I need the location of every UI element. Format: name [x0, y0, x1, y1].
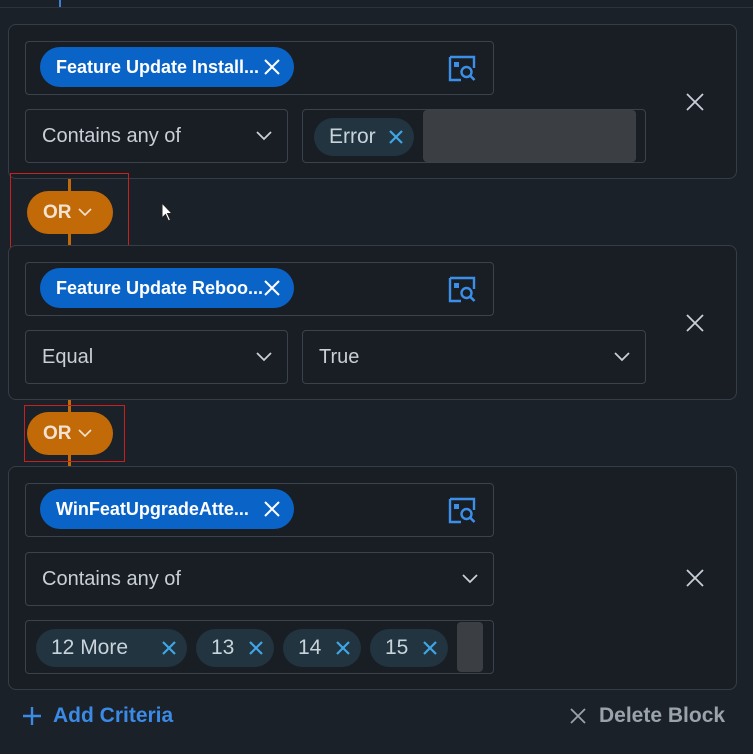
value-chip-more[interactable]: 12 More — [36, 629, 187, 667]
chevron-down-icon — [614, 352, 630, 362]
connector-line-top — [59, 0, 61, 7]
plus-icon — [23, 707, 41, 725]
remove-value-icon[interactable] — [160, 639, 178, 657]
field-name: Feature Update Install... — [56, 56, 260, 77]
criterion-card-2: Feature Update Reboo... Equal True — [8, 245, 737, 400]
value-chip-label: 12 More — [51, 636, 129, 659]
chevron-down-icon — [256, 131, 272, 141]
remove-field-icon[interactable] — [260, 497, 284, 521]
value-chip-label: 14 — [298, 636, 322, 659]
value-chip: 15 — [370, 629, 448, 667]
criterion-card-3: WinFeatUpgradeAtte... Contains any of 12… — [8, 466, 737, 690]
highlight-box — [10, 173, 129, 251]
operator-select[interactable]: Equal — [25, 330, 288, 384]
delete-block-button[interactable]: Delete Block — [569, 704, 725, 728]
remove-criterion-icon[interactable] — [684, 312, 706, 334]
value-chip-label: 13 — [211, 636, 235, 659]
operator-select[interactable]: Contains any of — [25, 552, 494, 606]
add-criteria-label: Add Criteria — [53, 704, 174, 727]
value-multiselect[interactable]: 12 More 13 14 15 — [25, 620, 494, 674]
top-divider — [0, 0, 753, 8]
field-name: WinFeatUpgradeAtte... — [56, 498, 249, 519]
remove-criterion-icon[interactable] — [684, 91, 706, 113]
operator-value: Contains any of — [42, 568, 181, 590]
remove-field-icon[interactable] — [260, 55, 284, 79]
value-chip-label: Error — [329, 125, 376, 148]
operator-select[interactable]: Contains any of — [25, 109, 288, 163]
value-chip: 14 — [283, 629, 361, 667]
value-chip-label: 15 — [385, 636, 409, 659]
value-input-area[interactable] — [423, 110, 636, 162]
operator-value: Contains any of — [42, 125, 181, 147]
delete-block-label: Delete Block — [599, 704, 726, 727]
criterion-card-1: Feature Update Install... Contains any o… — [8, 24, 737, 179]
value-select-value: True — [319, 346, 360, 368]
field-browse-icon[interactable] — [447, 53, 477, 83]
field-pill: Feature Update Reboo... — [40, 268, 294, 308]
value-multiselect[interactable]: Error — [302, 109, 646, 163]
close-icon — [570, 708, 586, 724]
field-browse-icon[interactable] — [447, 274, 477, 304]
remove-value-icon[interactable] — [247, 639, 265, 657]
field-selector[interactable]: Feature Update Reboo... — [25, 262, 494, 316]
remove-criterion-icon[interactable] — [684, 567, 706, 589]
field-name: Feature Update Reboo... — [56, 277, 264, 298]
highlight-box — [24, 405, 125, 462]
operator-value: Equal — [42, 346, 94, 368]
field-selector[interactable]: Feature Update Install... — [25, 41, 494, 95]
remove-value-icon[interactable] — [334, 639, 352, 657]
field-selector[interactable]: WinFeatUpgradeAtte... — [25, 483, 494, 537]
value-input-area[interactable] — [457, 622, 483, 672]
add-criteria-button[interactable]: Add Criteria — [22, 704, 173, 728]
value-chip: 13 — [196, 629, 274, 667]
mouse-cursor-icon — [161, 202, 174, 222]
field-pill: Feature Update Install... — [40, 47, 294, 87]
value-select[interactable]: True — [302, 330, 646, 384]
remove-field-icon[interactable] — [260, 276, 284, 300]
field-pill: WinFeatUpgradeAtte... — [40, 489, 294, 529]
remove-value-icon[interactable] — [421, 639, 439, 657]
remove-value-icon[interactable] — [387, 128, 405, 146]
value-chip: Error — [314, 118, 414, 156]
field-browse-icon[interactable] — [447, 495, 477, 525]
chevron-down-icon — [256, 352, 272, 362]
chevron-down-icon — [462, 574, 478, 584]
